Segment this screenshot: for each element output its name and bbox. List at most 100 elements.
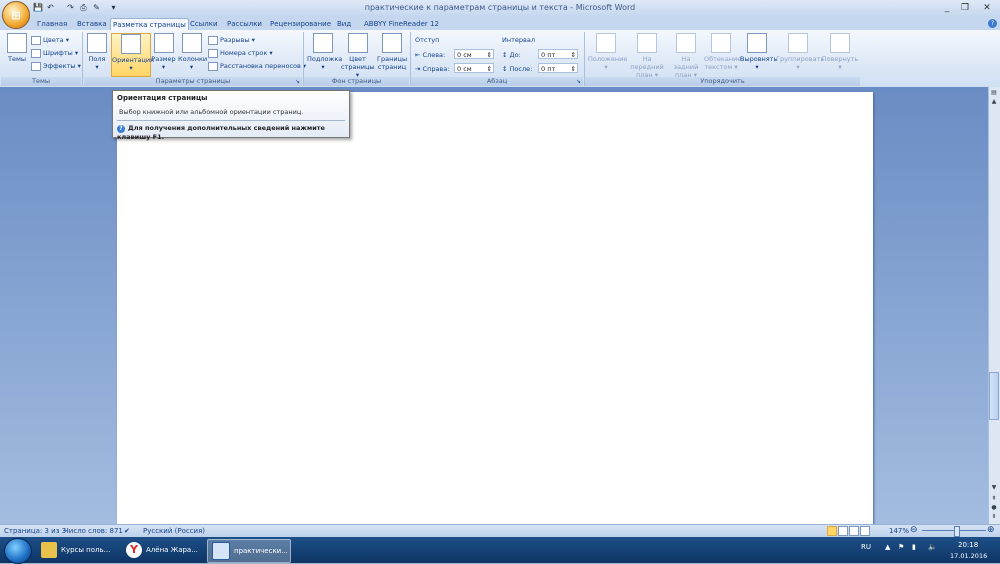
size-button[interactable]: Размер ▾ (151, 33, 176, 75)
indent-right-icon: ⇥ (415, 65, 421, 73)
indent-left-icon: ⇤ (415, 51, 421, 59)
taskbar-item-word[interactable]: практически... (207, 539, 291, 563)
page-color-button[interactable]: Цветстраницы ▾ (341, 33, 375, 79)
print-layout-icon[interactable] (827, 526, 837, 536)
group-separator (82, 32, 83, 86)
tooltip-title: Ориентация страницы (117, 94, 208, 102)
spacing-after-field[interactable]: 0 пт ⇕ (538, 63, 578, 73)
columns-icon (181, 33, 202, 53)
browse-object-icon[interactable]: ● (989, 503, 999, 512)
status-words[interactable]: Число слов: 871 (64, 527, 123, 535)
tray-flag-icon[interactable]: ⚑ (898, 543, 904, 551)
tab-mailings[interactable]: Рассылки (225, 18, 264, 30)
page-setup-launcher-icon[interactable]: ↘ (295, 78, 300, 85)
tab-references[interactable]: Ссылки (188, 18, 220, 30)
spacing-before-label: ↕ До: (502, 51, 521, 59)
line-numbers-button[interactable]: Номера строк ▾ (208, 48, 273, 58)
tray-time[interactable]: 20:18 (958, 541, 978, 549)
bring-front-icon (637, 33, 657, 53)
send-back-icon (676, 33, 696, 53)
yandex-icon: Y (126, 542, 142, 558)
indent-right-field[interactable]: 0 см ⇕ (454, 63, 494, 73)
themes-label: Темы (7, 55, 26, 63)
tray-language[interactable]: RU (861, 543, 871, 551)
office-logo-icon: ⊞ (11, 8, 21, 22)
orientation-tooltip: Ориентация страницы Выбор книжной или ал… (112, 90, 350, 141)
office-button[interactable]: ⊞ (2, 1, 30, 29)
indent-left-field[interactable]: 0 см ⇕ (454, 49, 494, 59)
next-page-icon[interactable]: ⇟ (989, 512, 999, 521)
align-button[interactable]: Выровнять ▾ (740, 33, 777, 75)
zoom-out-icon[interactable]: ⊖ (910, 525, 918, 535)
restore-button[interactable]: ❐ (958, 2, 972, 14)
tray-network-icon[interactable]: ▮ (912, 543, 916, 551)
spacing-before-icon: ↕ (502, 51, 508, 59)
view-buttons[interactable] (827, 526, 879, 548)
document-page[interactable] (117, 92, 873, 524)
minimize-button[interactable]: _ (940, 2, 954, 14)
reading-layout-icon[interactable] (838, 526, 848, 536)
margins-button[interactable]: Поля ▾ (86, 33, 108, 75)
tray-volume-icon[interactable]: 🔈 (928, 543, 937, 551)
start-button[interactable] (4, 538, 32, 564)
themes-icon (7, 33, 27, 53)
bring-front-button[interactable]: На переднийплан ▾ (626, 33, 668, 79)
taskbar-item-browser[interactable]: Y Алёна Жара... (122, 539, 204, 561)
zoom-in-icon[interactable]: ⊕ (987, 525, 995, 535)
tab-view[interactable]: Вид (335, 18, 353, 30)
page-size-icon (153, 33, 174, 53)
tab-review[interactable]: Рецензирование (268, 18, 333, 30)
taskbar-item-explorer[interactable]: Курсы поль... (37, 539, 119, 561)
spacing-before-field[interactable]: 0 пт ⇕ (538, 49, 578, 59)
window-title: практические к параметрам страницы и тек… (364, 3, 636, 12)
zoom-slider-thumb[interactable] (954, 526, 960, 537)
watermark-button[interactable]: Подложка ▾ (307, 33, 342, 75)
tab-home[interactable]: Главная (35, 18, 69, 30)
tab-insert[interactable]: Вставка (75, 18, 109, 30)
send-back-button[interactable]: На заднийплан ▾ (669, 33, 703, 79)
paragraph-launcher-icon[interactable]: ↘ (576, 78, 581, 85)
font-icon (31, 48, 41, 58)
status-page[interactable]: Страница: 3 из 3 (4, 527, 66, 535)
rotate-button[interactable]: Повернуть ▾ (821, 33, 859, 75)
text-wrap-button[interactable]: Обтекание текстом ▾ (704, 33, 741, 75)
columns-button[interactable]: Колонки ▾ (178, 33, 207, 75)
spacing-after-label: ↕ После: (502, 65, 533, 73)
align-icon (747, 33, 767, 53)
page-borders-icon (382, 33, 402, 53)
tray-arrow-icon[interactable]: ▲ (885, 543, 890, 551)
help-icon[interactable]: ? (988, 19, 997, 28)
status-language[interactable]: Русский (Россия) (143, 527, 205, 535)
hyphenation-button[interactable]: Расстановка переносов ▾ (208, 61, 306, 71)
vertical-scrollbar[interactable] (988, 87, 1000, 524)
close-button[interactable]: ✕ (980, 2, 994, 14)
outline-icon[interactable] (860, 526, 870, 536)
theme-colors-button[interactable]: Цвета ▾ (31, 35, 69, 45)
zoom-level[interactable]: 147% (889, 527, 909, 535)
breaks-button[interactable]: Разрывы ▾ (208, 35, 255, 45)
folder-icon (41, 542, 57, 558)
page-color-icon (347, 33, 368, 53)
position-button[interactable]: Положение ▾ (588, 33, 627, 75)
web-layout-icon[interactable] (849, 526, 859, 536)
tray-date[interactable]: 17.01.2016 (950, 552, 987, 560)
scroll-up-icon[interactable]: ▲ (989, 97, 999, 106)
hyphenation-icon (208, 61, 218, 71)
spellcheck-icon[interactable]: ✔ (124, 527, 130, 535)
orientation-button[interactable]: Ориентация ▾ (111, 33, 154, 77)
theme-fonts-button[interactable]: Шрифты ▾ (31, 48, 78, 58)
watermark-icon (313, 33, 333, 53)
group-label-arrange: Упорядочить (585, 77, 860, 86)
scroll-thumb[interactable] (989, 372, 999, 420)
ruler-toggle-icon[interactable]: ▤ (989, 88, 999, 97)
themes-button[interactable]: Темы (4, 33, 30, 75)
indent-left-label: ⇤ Слева: (415, 51, 446, 59)
tab-abbyy[interactable]: ABBYY FineReader 12 (362, 18, 441, 30)
theme-effects-button[interactable]: Эффекты ▾ (31, 61, 81, 71)
group-button[interactable]: Группировать ▾ (776, 33, 824, 75)
page-borders-button[interactable]: Границы страниц (377, 33, 407, 75)
group-icon (788, 33, 808, 53)
prev-page-icon[interactable]: ⇞ (989, 494, 999, 503)
spacing-title: Интервал (502, 36, 535, 44)
scroll-down-icon[interactable]: ▼ (989, 483, 999, 492)
